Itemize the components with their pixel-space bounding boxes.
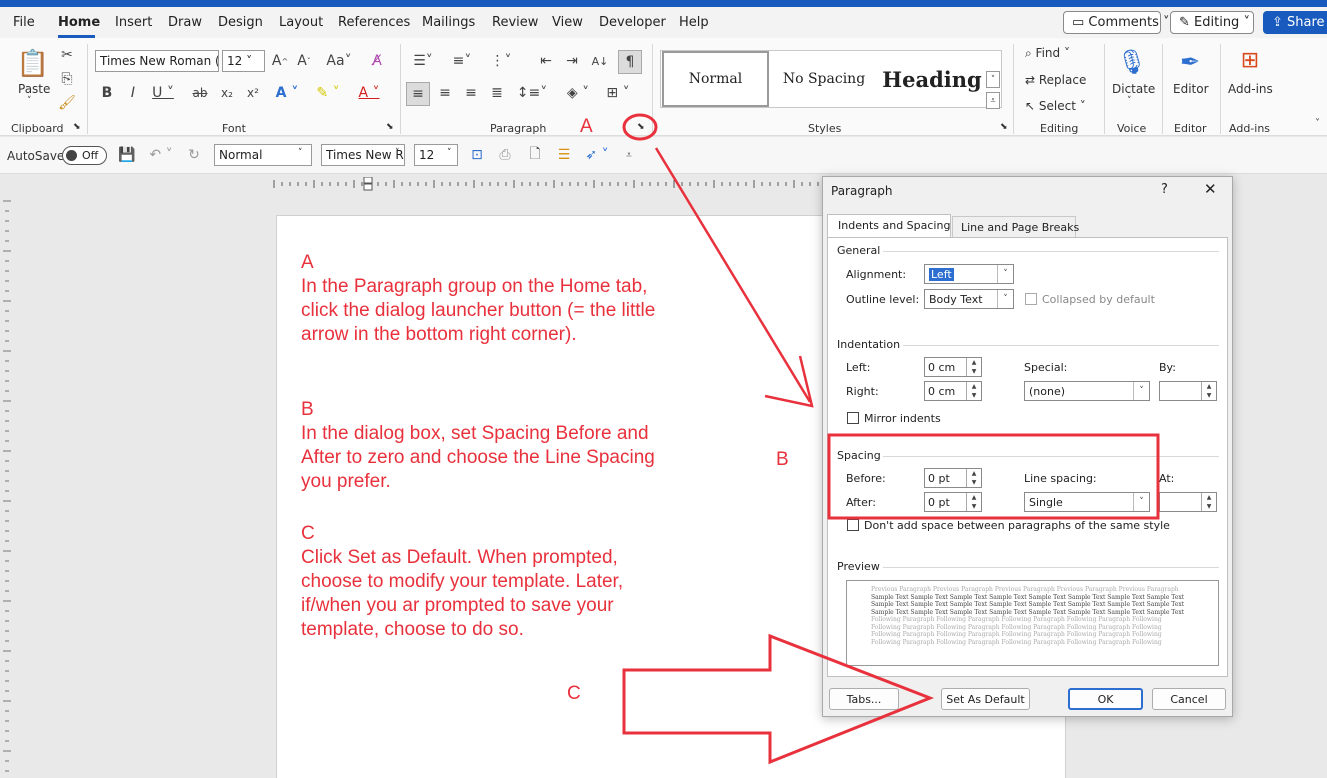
launcher-highlight-circle <box>622 113 658 141</box>
annotation-overlay <box>622 113 1160 765</box>
arrow-a-to-dialog <box>654 147 812 403</box>
arrow-a-head <box>764 355 814 408</box>
arrow-c-to-default <box>622 633 935 765</box>
spacing-highlight-box <box>827 433 1160 520</box>
